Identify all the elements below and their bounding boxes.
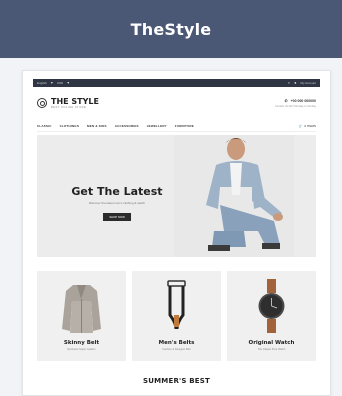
product-card[interactable]: Skinny Belt Exclusive Super Leather (37, 271, 126, 361)
product-subtitle: Exclusive Super Leather (67, 348, 96, 351)
nav-item-furniture[interactable]: FURNITURE (175, 124, 194, 128)
hero-subtitle: Discover the latest men's clothing & wat… (88, 201, 146, 205)
nav-item-accessories[interactable]: ACCESSORIES (115, 124, 139, 128)
store-logo[interactable]: THE STYLE BEST ONLINE STORE (37, 96, 99, 109)
currency-selector[interactable]: USD (57, 81, 63, 85)
hero-title: Get The Latest (71, 185, 163, 198)
cart-button[interactable]: 🛒 0 ITEMS (299, 124, 316, 128)
nav-item-men-kids[interactable]: MEN & KIDS (87, 124, 107, 128)
section-title: SUMMER'S BEST (143, 377, 210, 385)
logo-icon (37, 98, 47, 108)
nav-item-clothings[interactable]: CLOTHINGS (60, 124, 79, 128)
account-link[interactable]: My Account (300, 81, 316, 85)
user-icon[interactable]: ● (294, 81, 296, 85)
hero-banner: Get The Latest Discover the latest men's… (37, 135, 316, 257)
nav-item-classic[interactable]: CLASSIC (37, 124, 52, 128)
product-title: Original Watch (248, 340, 295, 346)
cart-icon: 🛒 (298, 124, 303, 128)
shop-now-button[interactable]: SHOP NOW (103, 213, 131, 221)
main-nav: CLASSIC CLOTHINGS MEN & KIDS ACCESSORIES… (37, 121, 316, 132)
product-subtitle: Fashion & Designer Belt (162, 348, 191, 351)
product-title: Men's Belts (158, 340, 195, 346)
product-card[interactable]: Men's Belts Fashion & Designer Belt (132, 271, 221, 361)
product-title: Skinny Belt (63, 340, 100, 346)
phone-icon: ✆ (284, 98, 288, 103)
logo-name: THE STYLE (51, 96, 99, 106)
phone-number: +00 000 000000 (290, 98, 316, 103)
contact-info: ✆ +00 000 000000 Contact Us 24/7 Monday … (275, 99, 316, 108)
product-subtitle: The Classic Pure Watch (257, 348, 286, 351)
chevron-down-icon: ▾ (67, 80, 70, 85)
contact-subtext: Contact Us 24/7 Monday to Sunday (275, 104, 316, 108)
store-preview: English ▾ USD ▾ ⌕ ● My Account THE STYLE… (22, 70, 331, 396)
search-icon[interactable]: ⌕ (288, 81, 290, 85)
nav-item-jewellery[interactable]: JEWELLERY (147, 124, 167, 128)
language-selector[interactable]: English (37, 81, 47, 85)
product-card[interactable]: Original Watch The Classic Pure Watch (227, 271, 316, 361)
chevron-down-icon: ▾ (50, 80, 53, 85)
product-grid: Skinny Belt Exclusive Super Leather Men'… (37, 271, 316, 361)
top-bar: English ▾ USD ▾ ⌕ ● My Account (33, 79, 320, 87)
cart-count: 0 ITEMS (304, 124, 316, 128)
store-header: THE STYLE BEST ONLINE STORE ✆ +00 000 00… (37, 93, 316, 113)
theme-banner: TheStyle (0, 0, 342, 58)
logo-tagline: BEST ONLINE STORE (51, 105, 87, 109)
theme-title: TheStyle (130, 19, 212, 39)
hero-model-image (174, 135, 294, 257)
